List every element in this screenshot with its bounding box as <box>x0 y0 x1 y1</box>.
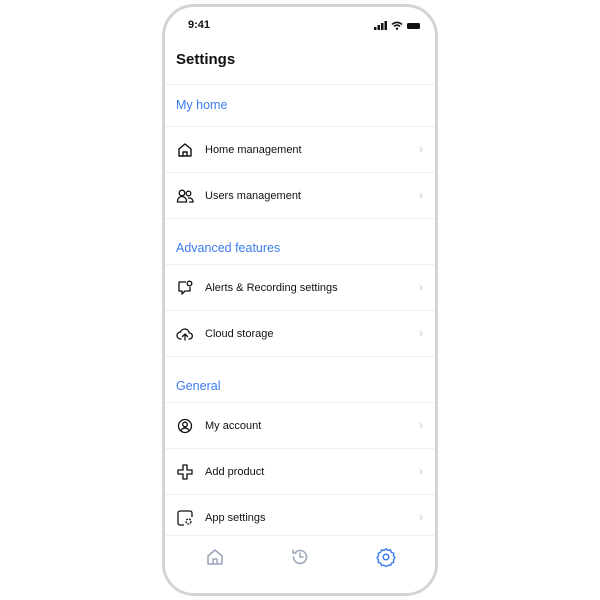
phone-frame: 9:41 Settings My home Home management › … <box>162 4 438 596</box>
chevron-right-icon: › <box>419 464 423 478</box>
chevron-right-icon: › <box>419 280 423 294</box>
home-icon <box>178 142 192 157</box>
item-label: Users management <box>205 189 301 202</box>
alert-bubble-icon <box>178 280 193 295</box>
page-title: Settings <box>176 51 236 68</box>
item-label: Alerts & Recording settings <box>205 281 338 294</box>
section-general: General <box>165 356 435 402</box>
item-label: App settings <box>205 511 266 524</box>
tab-history-icon[interactable] <box>290 547 310 567</box>
status-bar: 9:41 <box>165 19 435 35</box>
status-time: 9:41 <box>188 19 211 31</box>
tab-settings-gear-icon[interactable] <box>376 547 396 567</box>
chevron-right-icon: › <box>419 142 423 156</box>
plus-icon <box>177 463 193 480</box>
cloud-upload-icon <box>176 327 193 341</box>
list-item-my-account[interactable]: My account › <box>165 402 435 448</box>
list-item-add-product[interactable]: Add product › <box>165 448 435 494</box>
chevron-right-icon: › <box>419 510 423 524</box>
item-label: Add product <box>205 465 265 478</box>
signal-icon <box>374 21 387 30</box>
account-icon <box>177 418 193 433</box>
section-my-home: My home <box>165 84 435 126</box>
app-settings-icon <box>177 509 193 526</box>
list-item-app-settings[interactable]: App settings › <box>165 494 435 540</box>
item-label: Cloud storage <box>205 327 274 340</box>
settings-list: My home Home management › Users manageme… <box>165 84 435 540</box>
tab-home-icon[interactable] <box>205 547 225 567</box>
chevron-right-icon: › <box>419 326 423 340</box>
tab-bar <box>165 535 435 593</box>
section-advanced-features: Advanced features <box>165 218 435 264</box>
list-item-home-management[interactable]: Home management › <box>165 126 435 172</box>
list-item-cloud-storage[interactable]: Cloud storage › <box>165 310 435 356</box>
item-label: Home management <box>205 143 302 156</box>
battery-icon <box>407 22 420 29</box>
users-icon <box>176 189 194 203</box>
list-item-alerts-recording[interactable]: Alerts & Recording settings › <box>165 264 435 310</box>
list-item-users-management[interactable]: Users management › <box>165 172 435 218</box>
chevron-right-icon: › <box>419 418 423 432</box>
item-label: My account <box>205 419 262 432</box>
chevron-right-icon: › <box>419 188 423 202</box>
wifi-icon <box>391 21 403 30</box>
